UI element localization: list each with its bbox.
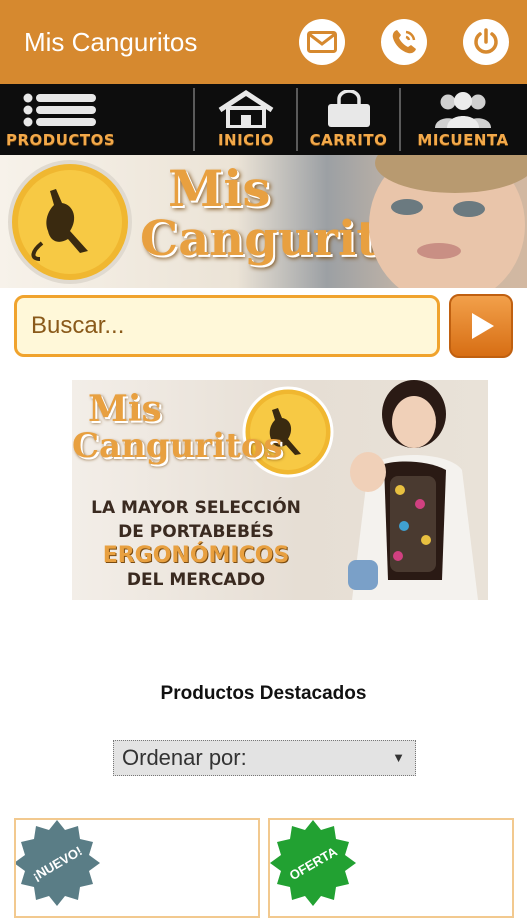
power-button[interactable] <box>463 19 509 65</box>
phone-button[interactable] <box>381 19 427 65</box>
promo-line-4: DEL MERCADO <box>126 570 266 590</box>
menu-list-icon <box>23 93 96 127</box>
app-bar: Mis Canguritos <box>0 0 527 84</box>
power-icon <box>474 28 498 54</box>
dropdown-arrow-icon: ▼ <box>392 750 405 765</box>
promo-logo-text-2: Canguritos <box>72 426 283 466</box>
sort-dropdown-label: Ordenar por: <box>122 745 247 770</box>
child-photo <box>369 155 527 288</box>
search-button[interactable] <box>449 294 513 358</box>
play-arrow-icon <box>472 313 494 339</box>
search-input[interactable] <box>17 298 437 354</box>
account-group-icon <box>435 92 491 128</box>
phone-icon <box>392 30 416 54</box>
mother-baby-photo <box>348 380 478 600</box>
promo-banner[interactable]: Mis Canguritos LA MAYOR SELECCIÓN DE POR… <box>72 380 488 600</box>
shopping-bag-icon <box>327 90 370 127</box>
nav-bar: PRODUCTOS INICIO CARRITO MICUENTA <box>0 84 527 155</box>
new-badge-icon: ¡NUEVO! <box>16 820 100 906</box>
nav-label-productos: PRODUCTOS <box>6 131 116 149</box>
promo-line-1: LA MAYOR SELECCIÓN <box>91 498 301 518</box>
promo-line-2: DE PORTABEBÉS <box>118 522 274 542</box>
nav-divider <box>296 88 298 151</box>
banner-logo-text-1: Mis <box>168 159 271 218</box>
product-card[interactable]: ¡NUEVO! <box>14 818 260 918</box>
featured-products-title: Productos Destacados <box>160 683 367 704</box>
nav-label-inicio: INICIO <box>217 131 275 149</box>
home-icon <box>218 90 274 128</box>
product-card[interactable]: OFERTA <box>268 818 514 918</box>
nav-micuenta[interactable]: MICUENTA <box>402 84 524 155</box>
kangaroo-logo-icon <box>8 160 132 284</box>
sort-dropdown[interactable]: Ordenar por: ▼ <box>113 740 416 776</box>
offer-badge-icon: OFERTA <box>270 820 356 906</box>
nav-label-carrito: CARRITO <box>309 131 388 149</box>
mail-icon <box>307 31 337 53</box>
search-box <box>14 295 440 357</box>
mail-button[interactable] <box>299 19 345 65</box>
nav-productos[interactable]: PRODUCTOS <box>6 84 192 155</box>
nav-inicio[interactable]: INICIO <box>197 84 295 155</box>
app-title: Mis Canguritos <box>24 26 198 57</box>
nav-label-micuenta: MICUENTA <box>417 131 509 149</box>
promo-line-3: ERGONÓMICOS <box>102 543 290 568</box>
nav-divider <box>193 88 195 151</box>
nav-divider <box>399 88 401 151</box>
promo-logo-text-1: Mis <box>88 388 162 430</box>
nav-carrito[interactable]: CARRITO <box>299 84 398 155</box>
header-banner: Mis Canguritos <box>0 155 527 288</box>
